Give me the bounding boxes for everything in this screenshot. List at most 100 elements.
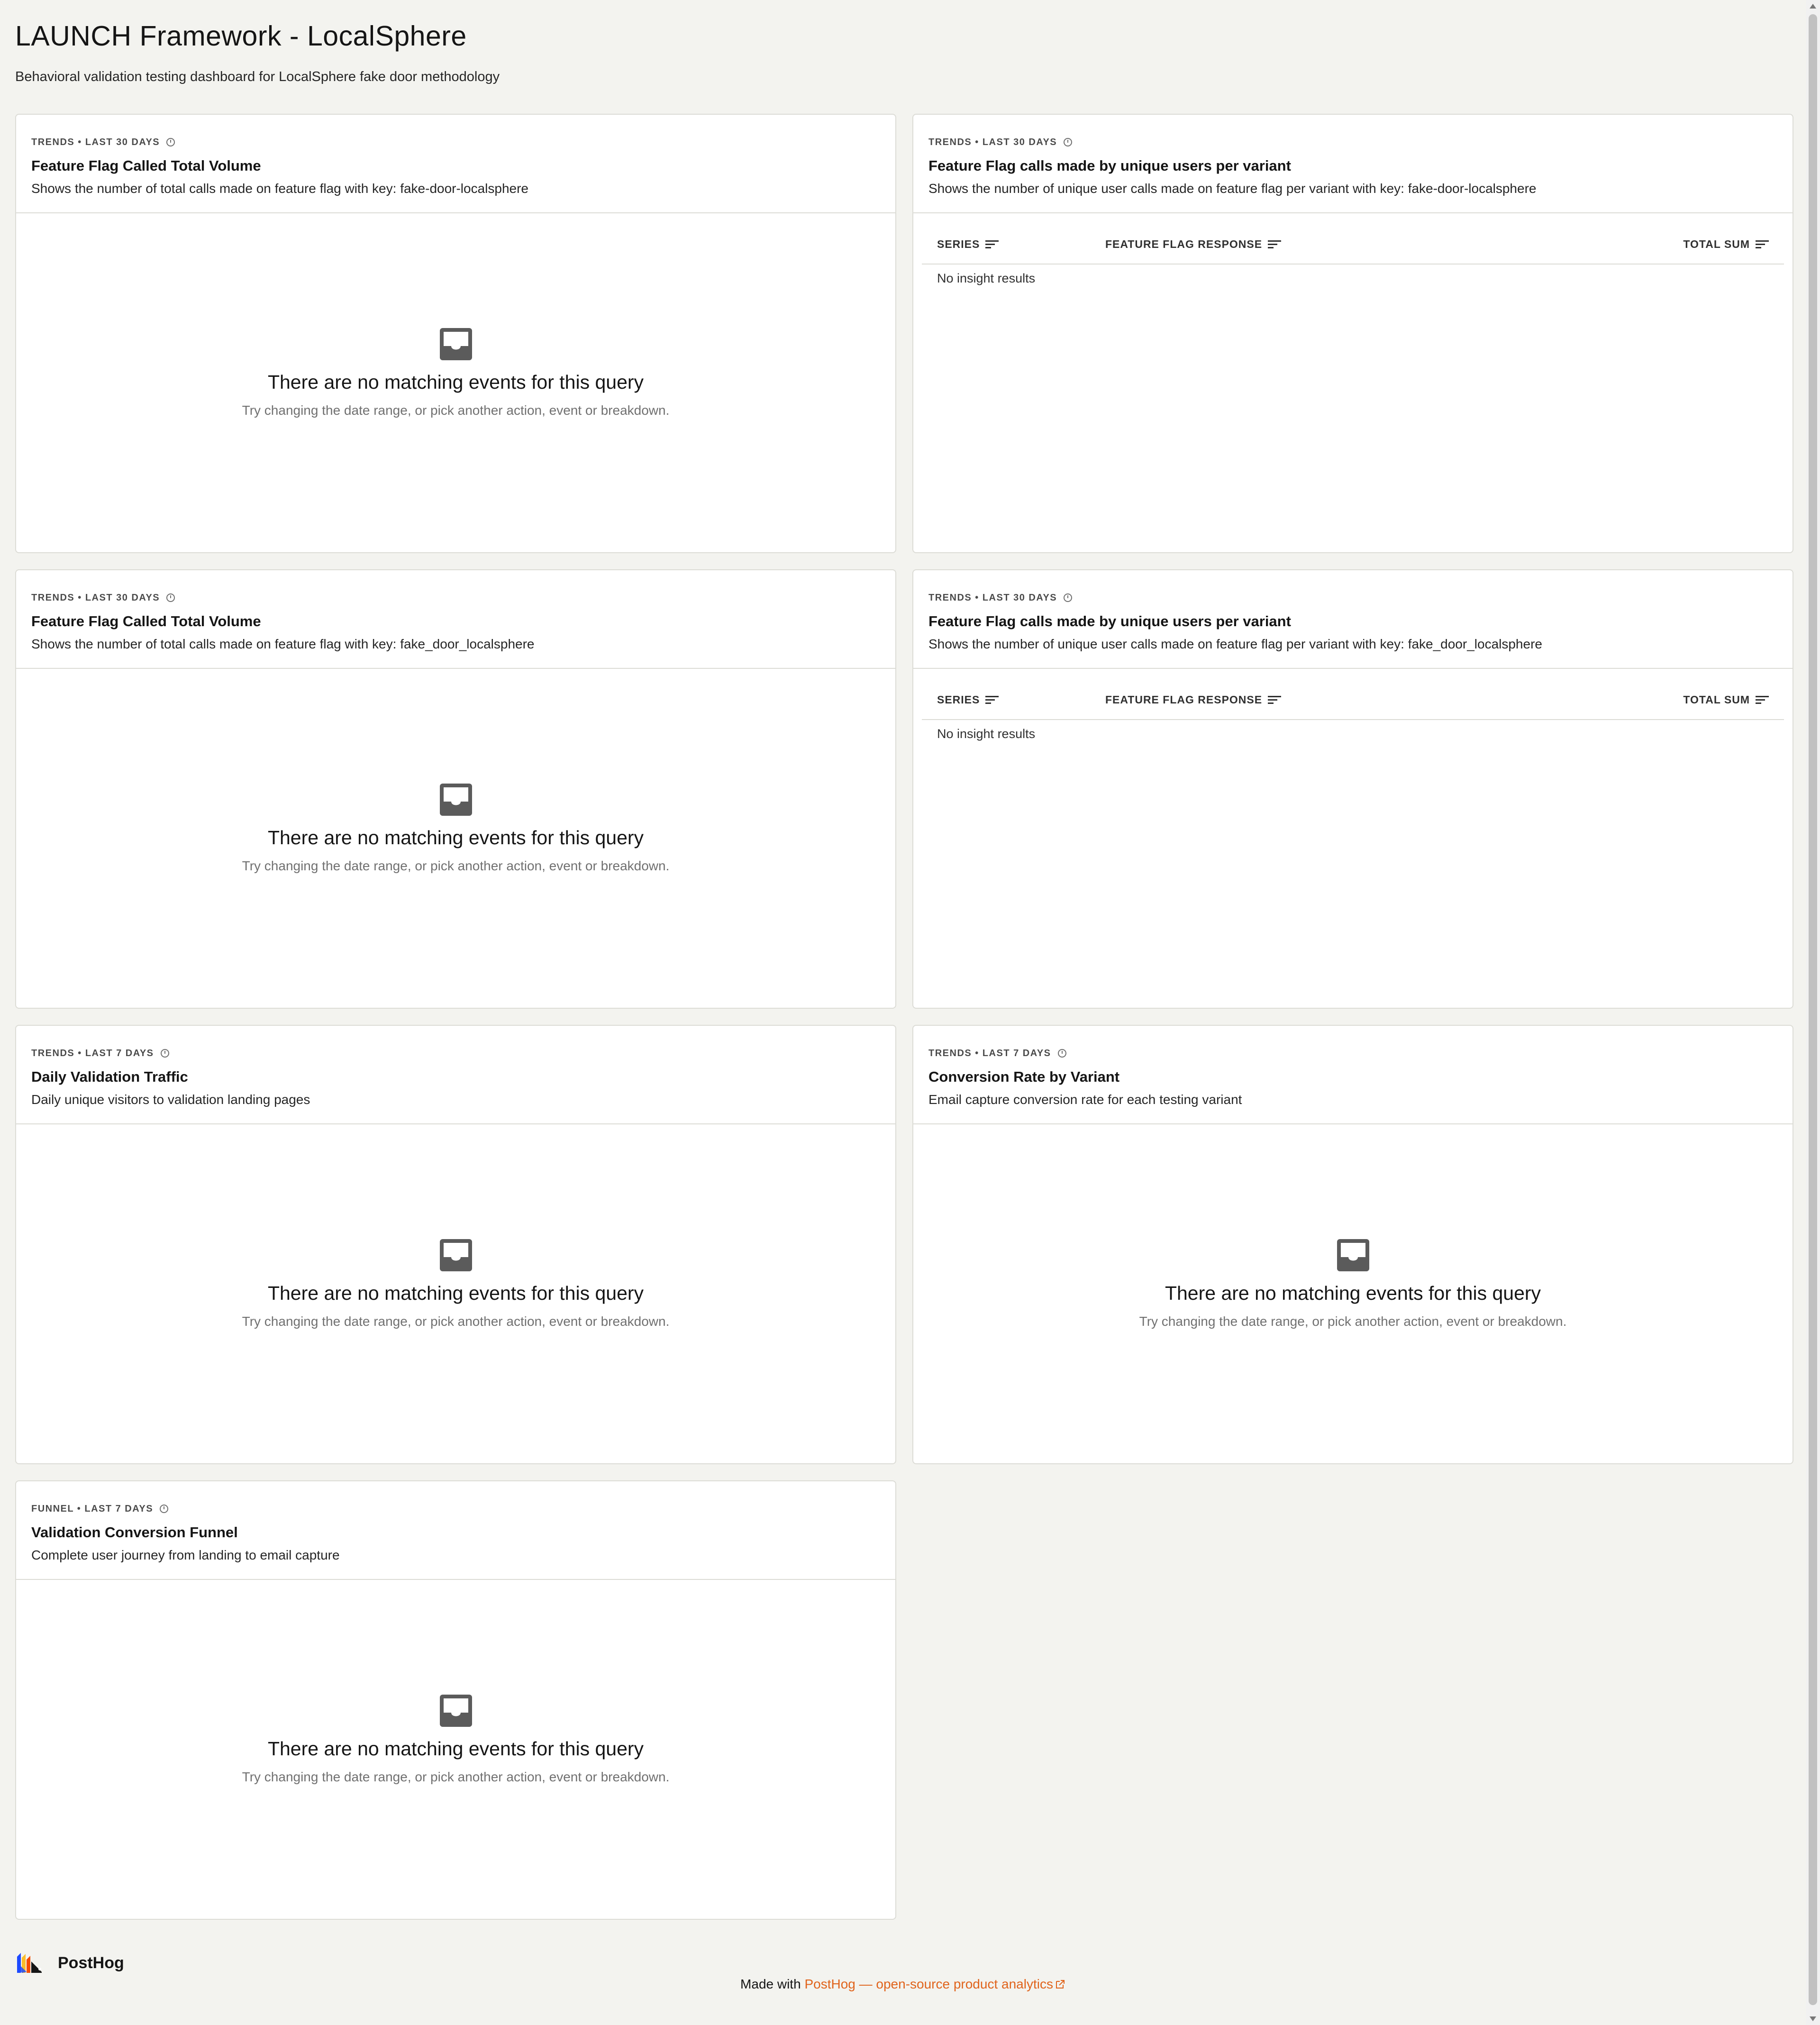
inbox-icon xyxy=(439,1695,472,1727)
empty-state-title: There are no matching events for this qu… xyxy=(267,371,644,393)
empty-state-title: There are no matching events for this qu… xyxy=(267,1738,644,1760)
dashboard-header: LAUNCH Framework - LocalSphere Behaviora… xyxy=(15,20,500,85)
inbox-icon xyxy=(439,1239,472,1271)
insight-meta: TRENDS • LAST 7 DAYS xyxy=(928,1047,1777,1060)
insight-title[interactable]: Feature Flag Called Total Volume xyxy=(31,157,880,174)
posthog-logo-icon xyxy=(17,1953,42,1973)
column-header-series[interactable]: SERIES xyxy=(922,238,1105,251)
empty-state: There are no matching events for this qu… xyxy=(16,783,895,874)
insight-table: SERIES FEATURE FLAG RESPONSE TOTAL SUM N… xyxy=(922,225,1784,286)
insight-table: SERIES FEATURE FLAG RESPONSE TOTAL SUM N… xyxy=(922,680,1784,741)
insight-meta: TRENDS • LAST 30 DAYS xyxy=(31,136,880,149)
made-with-footer: Made with PostHog — open-source product … xyxy=(0,1977,1806,1992)
column-header-total-sum[interactable]: TOTAL SUM xyxy=(1683,693,1784,706)
scroll-down-icon[interactable] xyxy=(1810,2016,1816,2021)
insight-card-header: TRENDS • LAST 30 DAYS Feature Flag calls… xyxy=(913,570,1793,669)
insight-body: There are no matching events for this qu… xyxy=(913,1124,1793,1463)
insight-body: There are no matching events for this qu… xyxy=(16,1124,895,1463)
posthog-logo[interactable]: PostHog xyxy=(17,1953,124,1973)
insight-title[interactable]: Feature Flag Called Total Volume xyxy=(31,613,880,630)
insight-title[interactable]: Conversion Rate by Variant xyxy=(928,1068,1777,1085)
column-label-total-sum: TOTAL SUM xyxy=(1683,693,1750,706)
column-header-total-sum[interactable]: TOTAL SUM xyxy=(1683,238,1784,251)
insight-title[interactable]: Feature Flag calls made by unique users … xyxy=(928,613,1777,630)
inbox-icon xyxy=(1337,1239,1369,1271)
insight-card[interactable]: TRENDS • LAST 7 DAYS Daily Validation Tr… xyxy=(15,1025,896,1464)
clock-icon[interactable] xyxy=(160,1505,169,1513)
sort-icon[interactable] xyxy=(985,695,999,704)
insight-card[interactable]: FUNNEL • LAST 7 DAYS Validation Conversi… xyxy=(15,1480,896,1920)
insight-card[interactable]: TRENDS • LAST 30 DAYS Feature Flag Calle… xyxy=(15,569,896,1009)
empty-state-subtitle: Try changing the date range, or pick ano… xyxy=(242,1770,670,1784)
column-header-feature-flag-response[interactable]: FEATURE FLAG RESPONSE xyxy=(1105,693,1683,706)
column-header-series[interactable]: SERIES xyxy=(922,693,1105,706)
posthog-logo-text: PostHog xyxy=(58,1953,124,1972)
clock-icon[interactable] xyxy=(166,138,175,146)
column-label-response: FEATURE FLAG RESPONSE xyxy=(1105,693,1263,706)
clock-icon[interactable] xyxy=(1064,138,1073,146)
empty-state: There are no matching events for this qu… xyxy=(16,1238,895,1329)
inbox-icon xyxy=(439,328,472,360)
insight-card-header: TRENDS • LAST 7 DAYS Conversion Rate by … xyxy=(913,1026,1793,1124)
insight-meta-label: TRENDS • LAST 30 DAYS xyxy=(928,592,1057,603)
insight-meta: TRENDS • LAST 30 DAYS xyxy=(928,591,1777,604)
insight-body: There are no matching events for this qu… xyxy=(16,213,895,552)
insight-body: SERIES FEATURE FLAG RESPONSE TOTAL SUM N… xyxy=(913,669,1793,1008)
insight-card[interactable]: TRENDS • LAST 30 DAYS Feature Flag Calle… xyxy=(15,114,896,553)
clock-icon[interactable] xyxy=(160,1049,169,1058)
column-header-feature-flag-response[interactable]: FEATURE FLAG RESPONSE xyxy=(1105,238,1683,251)
column-label-total-sum: TOTAL SUM xyxy=(1683,237,1750,250)
insight-body: There are no matching events for this qu… xyxy=(16,1580,895,1919)
scroll-up-icon[interactable] xyxy=(1810,4,1816,9)
external-link-icon xyxy=(1056,1980,1065,1989)
insight-meta-label: TRENDS • LAST 7 DAYS xyxy=(928,1048,1051,1058)
clock-icon[interactable] xyxy=(1057,1049,1066,1058)
insight-card-header: TRENDS • LAST 30 DAYS Feature Flag calls… xyxy=(913,115,1793,213)
insight-body: There are no matching events for this qu… xyxy=(16,669,895,1008)
empty-state-subtitle: Try changing the date range, or pick ano… xyxy=(242,403,670,418)
insight-title[interactable]: Daily Validation Traffic xyxy=(31,1068,880,1085)
insight-meta-label: TRENDS • LAST 30 DAYS xyxy=(928,137,1057,147)
insight-card[interactable]: TRENDS • LAST 7 DAYS Conversion Rate by … xyxy=(912,1025,1793,1464)
insight-meta-label: FUNNEL • LAST 7 DAYS xyxy=(31,1503,154,1514)
column-label-series: SERIES xyxy=(937,693,980,706)
no-results-text: No insight results xyxy=(937,727,1036,741)
scroll-thumb[interactable] xyxy=(1809,14,1817,2005)
sort-icon[interactable] xyxy=(1268,239,1282,249)
insight-card-header: FUNNEL • LAST 7 DAYS Validation Conversi… xyxy=(16,1481,895,1580)
insight-description: Daily unique visitors to validation land… xyxy=(31,1092,310,1107)
empty-state-subtitle: Try changing the date range, or pick ano… xyxy=(242,858,670,873)
insight-card[interactable]: TRENDS • LAST 30 DAYS Feature Flag calls… xyxy=(912,569,1793,1009)
sort-icon[interactable] xyxy=(1756,239,1769,249)
insight-meta-label: TRENDS • LAST 30 DAYS xyxy=(31,137,160,147)
page-description: Behavioral validation testing dashboard … xyxy=(15,69,500,84)
sort-icon[interactable] xyxy=(1756,695,1769,704)
insight-description: Shows the number of total calls made on … xyxy=(31,181,529,196)
inbox-icon xyxy=(439,784,472,816)
insight-title[interactable]: Validation Conversion Funnel xyxy=(31,1524,880,1541)
page-title: LAUNCH Framework - LocalSphere xyxy=(15,20,467,52)
column-label-response: FEATURE FLAG RESPONSE xyxy=(1105,237,1263,250)
insight-description: Shows the number of unique user calls ma… xyxy=(928,637,1542,651)
empty-state: There are no matching events for this qu… xyxy=(16,327,895,418)
table-header: SERIES FEATURE FLAG RESPONSE TOTAL SUM xyxy=(922,225,1784,265)
empty-state-title: There are no matching events for this qu… xyxy=(267,1282,644,1304)
table-header: SERIES FEATURE FLAG RESPONSE TOTAL SUM xyxy=(922,680,1784,720)
insight-meta: TRENDS • LAST 30 DAYS xyxy=(31,591,880,604)
sort-icon[interactable] xyxy=(985,239,999,249)
insight-description: Shows the number of total calls made on … xyxy=(31,637,535,651)
empty-state: There are no matching events for this qu… xyxy=(913,1238,1793,1329)
insight-title[interactable]: Feature Flag calls made by unique users … xyxy=(928,157,1777,174)
column-label-series: SERIES xyxy=(937,237,980,250)
insight-card-header: TRENDS • LAST 30 DAYS Feature Flag Calle… xyxy=(16,570,895,669)
sort-icon[interactable] xyxy=(1268,695,1282,704)
page-scrollbar[interactable] xyxy=(1806,0,1820,2025)
insight-description: Email capture conversion rate for each t… xyxy=(928,1092,1242,1107)
posthog-link[interactable]: PostHog — open-source product analytics xyxy=(804,1977,1065,1991)
insight-card[interactable]: TRENDS • LAST 30 DAYS Feature Flag calls… xyxy=(912,114,1793,553)
made-with-label: Made with xyxy=(740,1977,805,1991)
clock-icon[interactable] xyxy=(1064,593,1073,602)
clock-icon[interactable] xyxy=(166,593,175,602)
posthog-link-text: PostHog — open-source product analytics xyxy=(804,1977,1053,1991)
insight-meta-label: TRENDS • LAST 30 DAYS xyxy=(31,592,160,603)
